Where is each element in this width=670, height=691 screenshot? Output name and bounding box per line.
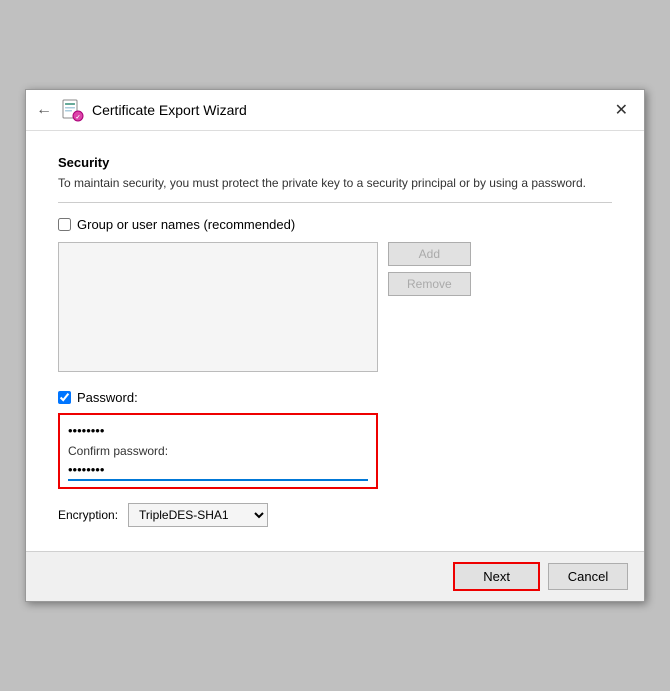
group-checkbox-row: Group or user names (recommended) xyxy=(58,217,612,232)
confirm-password-label: Confirm password: xyxy=(68,444,368,458)
section-description: To maintain security, you must protect t… xyxy=(58,174,612,192)
password-input[interactable] xyxy=(68,421,368,440)
encryption-select[interactable]: TripleDES-SHA1 AES256-SHA256 xyxy=(128,503,268,527)
password-label[interactable]: Password: xyxy=(77,390,138,405)
title-bar-left: ← ✓ Certificate Export Wizard xyxy=(36,98,247,122)
title-bar: ← ✓ Certificate Export Wizard ✕ xyxy=(26,90,644,131)
back-button[interactable]: ← xyxy=(36,101,52,119)
svg-text:✓: ✓ xyxy=(76,115,81,121)
encryption-row: Encryption: TripleDES-SHA1 AES256-SHA256 xyxy=(58,503,612,527)
password-section: Password: Confirm password: xyxy=(58,390,612,489)
add-button[interactable]: Add xyxy=(388,242,471,266)
list-buttons: Add Remove xyxy=(388,242,471,296)
wizard-icon: ✓ xyxy=(60,98,84,122)
user-list-area: Add Remove xyxy=(58,242,612,386)
section-title: Security xyxy=(58,155,612,170)
confirm-password-input[interactable] xyxy=(68,460,368,479)
password-checkbox[interactable] xyxy=(58,391,71,404)
next-button[interactable]: Next xyxy=(453,562,540,591)
certificate-export-wizard-dialog: ← ✓ Certificate Export Wizard ✕ Security… xyxy=(25,89,645,602)
group-checkbox[interactable] xyxy=(58,218,71,231)
group-checkbox-label[interactable]: Group or user names (recommended) xyxy=(77,217,295,232)
confirm-password-wrap xyxy=(68,460,368,481)
password-field-group: Confirm password: xyxy=(58,413,378,489)
user-listbox[interactable] xyxy=(58,242,378,372)
remove-button[interactable]: Remove xyxy=(388,272,471,296)
dialog-content: Security To maintain security, you must … xyxy=(26,131,644,551)
cancel-button[interactable]: Cancel xyxy=(548,563,628,590)
encryption-label: Encryption: xyxy=(58,508,118,522)
close-button[interactable]: ✕ xyxy=(609,98,634,122)
section-divider xyxy=(58,202,612,203)
dialog-title: Certificate Export Wizard xyxy=(92,102,247,118)
dialog-footer: Next Cancel xyxy=(26,551,644,601)
password-row: Password: xyxy=(58,390,612,405)
